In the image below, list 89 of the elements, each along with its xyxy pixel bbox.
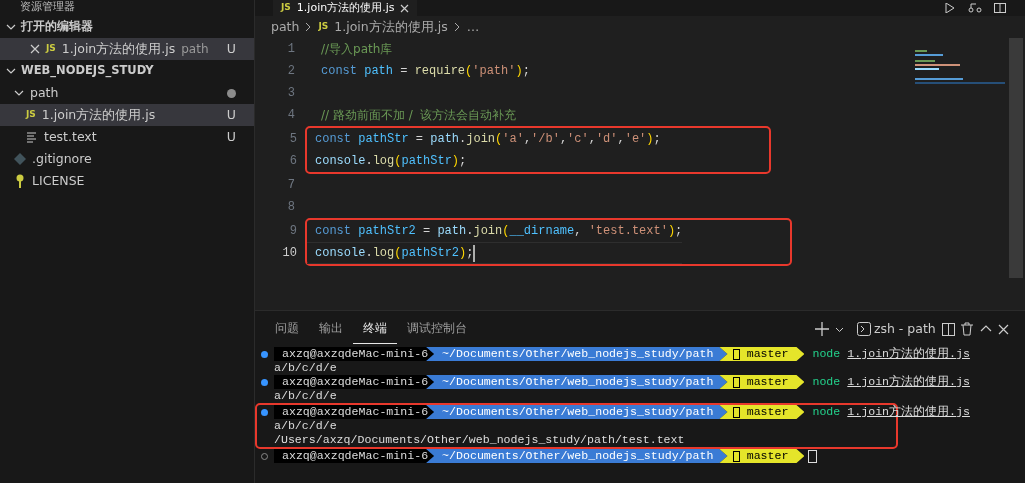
line-number: 9 (288, 223, 297, 240)
code-line: const pathStr = path.join('a','/b','c','d','e'); (315, 131, 661, 148)
command: node (812, 347, 841, 361)
file-item[interactable]: LICENSE (0, 170, 254, 192)
js-file-icon: JS (46, 42, 56, 56)
branch-glyph-icon (733, 450, 741, 462)
close-icon (997, 323, 1009, 335)
trash-icon (961, 322, 974, 336)
folder-label: path (181, 41, 209, 58)
file-name: 1.join方法的使用.js (61, 39, 176, 58)
close-icon (400, 3, 410, 13)
plus-icon (815, 322, 829, 336)
branch-glyph-icon (733, 406, 741, 418)
prompt-user: axzq@axzqdeMac-mini-6 (274, 405, 435, 419)
compare-icon (967, 3, 982, 13)
git-status: U (226, 127, 236, 146)
command-argument[interactable]: 1.join方法的使用.js (847, 347, 970, 361)
diamond-icon (14, 153, 26, 165)
file-name: test.text (44, 127, 97, 146)
sidebar-title: 资源管理器 (19, 0, 76, 15)
terminal-icon (856, 322, 871, 336)
file-name: 1.join方法的使用.js (41, 105, 156, 124)
command: node (812, 375, 841, 389)
file-item[interactable]: JS 1.join方法的使用.js U (0, 104, 254, 126)
close-icon (30, 44, 40, 54)
key-icon (14, 174, 26, 188)
branch-name: master (746, 405, 789, 419)
line-number: 8 (286, 199, 295, 216)
code-line: console.log(pathStr); (315, 153, 467, 170)
js-file-icon: JS (318, 20, 329, 34)
line-number: 2 (286, 63, 295, 80)
file-name: path (30, 83, 59, 102)
branch-glyph-icon (733, 376, 741, 388)
folder-item[interactable]: path (0, 82, 254, 104)
terminal-cursor (808, 449, 818, 463)
chevron-right-icon (305, 22, 313, 32)
section-title: 打开的编辑器 (21, 18, 93, 36)
line-number: 1 (286, 41, 295, 58)
code-line: // 路劲前面不加 / 该方法会自动补充 (321, 106, 517, 124)
section-title: WEB_NODEJS_STUDY (21, 62, 154, 80)
file-item[interactable]: test.text U (0, 126, 254, 148)
terminal-output: a/b/c/d/e (273, 419, 337, 433)
split-icon (942, 322, 955, 336)
code-line: console.log(pathStr2); (315, 245, 474, 262)
open-editor-item[interactable]: JS 1.join方法的使用.js path U (0, 38, 254, 60)
prompt-user: axzq@axzqdeMac-mini-6 (274, 375, 435, 389)
file-item[interactable]: .gitignore (0, 148, 254, 170)
terminal-output: a/b/c/d/e (273, 389, 337, 403)
line-number: 7 (286, 177, 295, 194)
line-number: 3 (286, 85, 295, 102)
prompt-user: axzq@axzqdeMac-mini-6 (274, 347, 435, 361)
split-editor-icon (994, 3, 1007, 13)
js-file-icon: JS (26, 108, 36, 122)
breadcrumb[interactable]: … (466, 17, 480, 37)
git-status: U (226, 39, 236, 58)
git-status: U (226, 105, 236, 124)
code-line: const path = require('path'); (321, 63, 530, 80)
line-number: 10 (281, 245, 297, 262)
branch-name: master (746, 347, 789, 361)
tab-title: 1.join方法的使用.js (296, 0, 395, 16)
scrollbar[interactable] (1009, 38, 1023, 278)
command: node (812, 405, 841, 419)
breadcrumb[interactable]: 1.join方法的使用.js (334, 17, 448, 37)
terminal-output: /Users/axzq/Documents/Other/web_nodejs_study/path/test.text (273, 433, 685, 447)
branch-glyph-icon (733, 348, 741, 360)
chevron-right-icon (453, 22, 461, 32)
text-cursor (473, 244, 476, 262)
prompt-user: axzq@axzqdeMac-mini-6 (274, 449, 435, 463)
line-number: 6 (288, 153, 297, 170)
panel-tab[interactable]: 输出 (309, 313, 353, 345)
code-line: //导入path库 (321, 40, 393, 58)
branch-name: master (746, 449, 789, 463)
play-icon (945, 3, 956, 13)
panel-tab[interactable]: 终端 (353, 313, 397, 345)
js-file-icon: JS (281, 1, 291, 15)
line-number: 5 (288, 131, 297, 148)
code-line: const pathStr2 = path.join(__dirname, 'test.text'); (315, 223, 683, 240)
panel-tab[interactable]: 问题 (265, 313, 309, 345)
terminal-name[interactable]: zsh - path (873, 319, 936, 339)
breadcrumb[interactable]: path (271, 17, 300, 37)
branch-name: master (746, 375, 789, 389)
line-number: 4 (286, 107, 295, 124)
panel-tab[interactable]: 调试控制台 (397, 313, 477, 345)
terminal-output: a/b/c/d/e (273, 361, 337, 375)
file-name: .gitignore (32, 149, 92, 168)
editor-tab[interactable]: JS 1.join方法的使用.js (273, 0, 418, 16)
file-name: LICENSE (32, 171, 85, 190)
command-argument[interactable]: 1.join方法的使用.js (847, 375, 970, 389)
text-lines-icon (26, 131, 38, 143)
